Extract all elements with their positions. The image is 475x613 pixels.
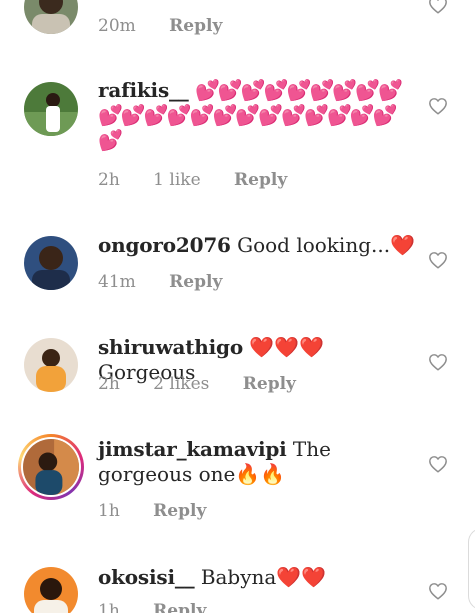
- comment-item: 20m Reply: [0, 0, 475, 50]
- avatar-image: [24, 567, 78, 613]
- avatar-image: [24, 236, 78, 290]
- avatar-image: [24, 338, 78, 392]
- comment-time: 1h: [98, 501, 120, 521]
- comment-meta: 2h 1 like Reply: [98, 169, 315, 191]
- comment-item: ongoro2076 Good looking...❤️ 41m Reply: [0, 232, 475, 302]
- avatar[interactable]: [24, 0, 78, 34]
- comment-time: 41m: [98, 272, 136, 292]
- comment-meta: 20m Reply: [98, 15, 250, 37]
- reply-button[interactable]: Reply: [153, 500, 206, 522]
- avatar[interactable]: [24, 567, 78, 613]
- comment-item: okosisi__ Babyna❤️❤️ 1h Reply: [0, 562, 475, 613]
- heart-outline-icon: [429, 0, 447, 14]
- like-button[interactable]: [428, 97, 448, 117]
- like-button[interactable]: [428, 353, 448, 373]
- avatar[interactable]: [24, 82, 78, 136]
- comment-meta: 2h 2 likes Reply: [98, 373, 324, 395]
- comment-time: 2h: [98, 374, 120, 394]
- comment-username[interactable]: rafikis__: [98, 78, 189, 102]
- like-button[interactable]: [428, 455, 448, 475]
- comment-meta: 1h Reply: [98, 500, 234, 522]
- comment-body: jimstar_kamavipi The gorgeous one🔥🔥: [98, 437, 416, 487]
- avatar-story-ring[interactable]: [18, 434, 84, 500]
- reply-button[interactable]: Reply: [169, 271, 222, 293]
- like-button[interactable]: [428, 582, 448, 602]
- reply-button[interactable]: Reply: [153, 600, 206, 613]
- avatar[interactable]: [24, 236, 78, 290]
- comment-item: rafikis__ 💕💕💕💕💕💕💕💕💕💕💕💕💕💕💕💕💕💕💕💕💕💕💕 2h 1 l…: [0, 78, 475, 198]
- heart-outline-icon: [429, 354, 447, 371]
- comment-like-count[interactable]: 2 likes: [153, 373, 209, 395]
- comment-time: 1h: [98, 601, 120, 613]
- comment-meta: 41m Reply: [98, 271, 250, 293]
- comment-text: Good looking...❤️: [237, 233, 415, 257]
- heart-outline-icon: [429, 98, 447, 115]
- comment-username[interactable]: shiruwathigo: [98, 335, 243, 359]
- comment-like-count[interactable]: 1 like: [153, 169, 200, 191]
- avatar-image: [23, 439, 79, 495]
- reply-button[interactable]: Reply: [243, 373, 296, 395]
- comment-body: okosisi__ Babyna❤️❤️: [98, 565, 416, 590]
- comment-time: 20m: [98, 16, 136, 36]
- comment-time: 2h: [98, 170, 120, 190]
- scroll-handle[interactable]: [468, 528, 475, 610]
- comment-meta: 1h Reply: [98, 600, 234, 613]
- like-button[interactable]: [428, 251, 448, 271]
- reply-button[interactable]: Reply: [169, 15, 222, 37]
- comment-username[interactable]: jimstar_kamavipi: [98, 437, 287, 461]
- comments-feed: 20m Reply rafikis__ 💕💕💕💕💕💕💕💕💕💕💕💕💕💕💕💕💕💕💕💕…: [0, 0, 475, 613]
- reply-button[interactable]: Reply: [234, 169, 287, 191]
- comment-username[interactable]: okosisi__: [98, 565, 195, 589]
- avatar-image: [24, 0, 78, 34]
- comment-item: jimstar_kamavipi The gorgeous one🔥🔥 1h R…: [0, 434, 475, 530]
- heart-outline-icon: [429, 456, 447, 473]
- avatar[interactable]: [24, 338, 78, 392]
- avatar-image: [24, 82, 78, 136]
- heart-outline-icon: [429, 252, 447, 269]
- comment-body: rafikis__ 💕💕💕💕💕💕💕💕💕💕💕💕💕💕💕💕💕💕💕💕💕💕💕: [98, 78, 416, 153]
- comment-body: ongoro2076 Good looking...❤️: [98, 233, 416, 258]
- comment-username[interactable]: ongoro2076: [98, 233, 231, 257]
- like-button[interactable]: [428, 0, 448, 16]
- heart-outline-icon: [429, 583, 447, 600]
- comment-item: shiruwathigo ❤️❤️❤️ Gorgeous 2h 2 likes …: [0, 334, 475, 404]
- comment-text: Babyna❤️❤️: [200, 565, 327, 589]
